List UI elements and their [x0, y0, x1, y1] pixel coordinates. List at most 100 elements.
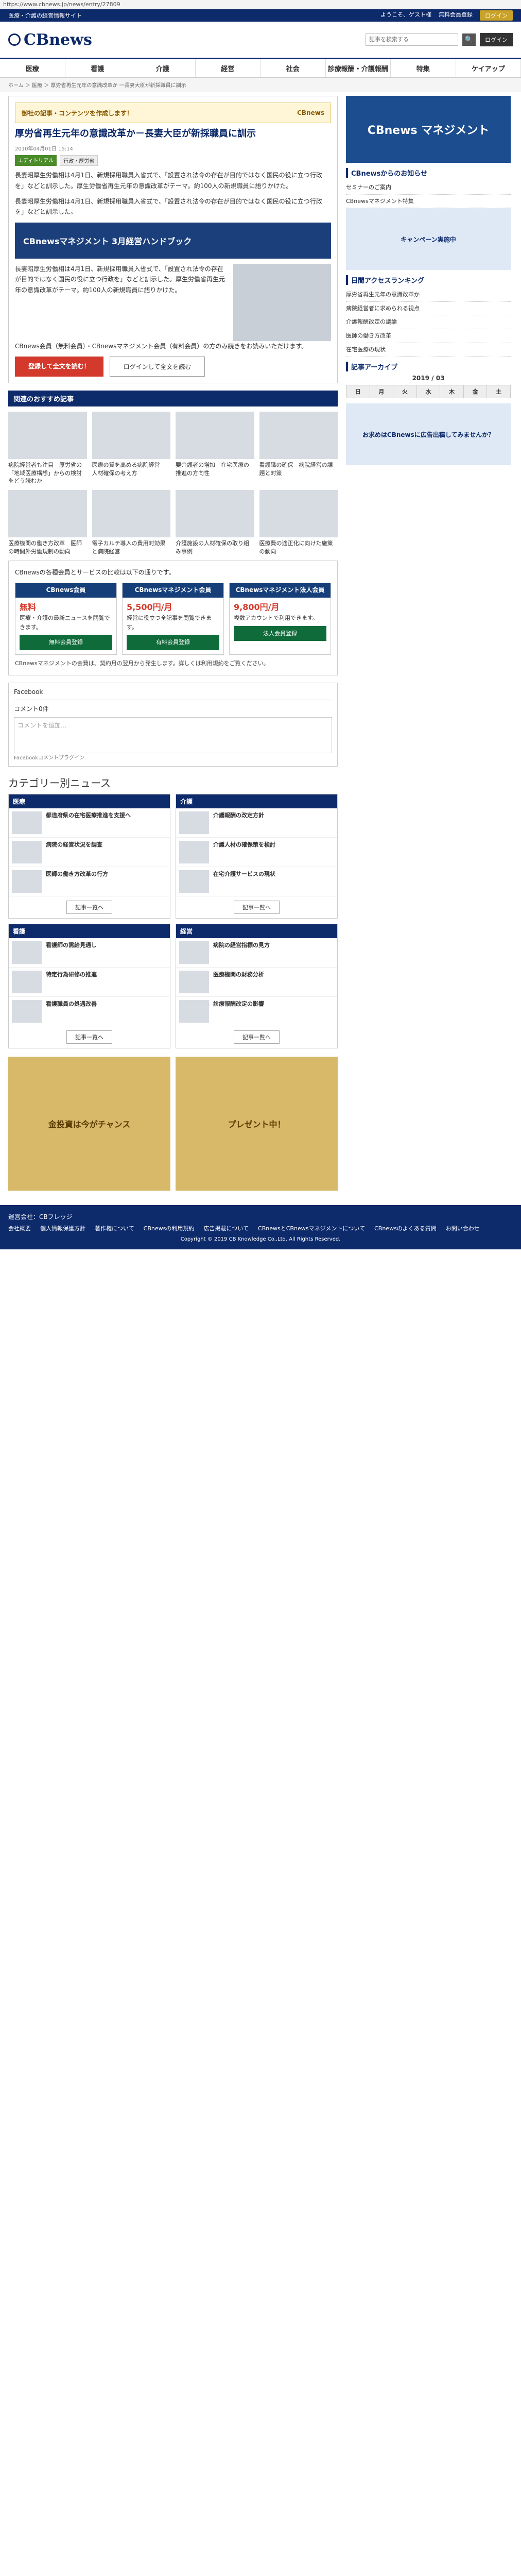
management-banner[interactable]: CBnews マネジメント [346, 96, 511, 163]
related-card[interactable]: 介護施設の人材確保の取り組み事例 [176, 490, 254, 555]
management-promo[interactable]: CBnewsマネジメント 3月経営ハンドブック [15, 222, 331, 259]
ranking-item[interactable]: 介護報酬改定の議論 [346, 315, 511, 329]
content-columns: 御社の記事・コンテンツを作成します！ CBnews 厚労省再生元年の意識改革か－… [0, 92, 521, 1195]
category-name[interactable]: 経営 [176, 924, 337, 938]
list-item[interactable]: 医師の働き方改革の行方 [9, 867, 170, 896]
item-title: 医師の働き方改革の行方 [46, 870, 108, 877]
nav-nursing[interactable]: 看護 [65, 59, 130, 77]
related-card[interactable]: 看護職の確保 病院経営の課題と対策 [259, 412, 338, 485]
footer-link[interactable]: CBnewsのよくある質問 [374, 1224, 437, 1232]
item-thumb [179, 870, 209, 893]
list-item[interactable]: 診療報酬改定の影響 [176, 997, 337, 1026]
plans-intro: CBnewsの各種会員とサービスの比較は以下の通りです。 [15, 569, 175, 577]
list-item[interactable]: 看護師の需給見通し [9, 938, 170, 968]
related-card[interactable]: 要介護者の増加 在宅医療の推進の方向性 [176, 412, 254, 485]
breadcrumb[interactable]: ホーム ＞ 医療 ＞ 厚労省再生元年の意識改革か 一長妻大臣が新採職員に訓示 [0, 78, 521, 92]
plan-button[interactable]: 無料会員登録 [20, 635, 112, 651]
ranking-item[interactable]: 在宅医療の現状 [346, 343, 511, 357]
plan-management: CBnewsマネジメント会員 5,500円/月 経営に役立つ全記事を閲覧できます… [122, 583, 224, 655]
footer-link[interactable]: お問い合わせ [446, 1224, 480, 1232]
related-card[interactable]: 電子カルテ導入の費用対効果と病院経営 [92, 490, 170, 555]
sidebar: CBnews マネジメント CBnewsからのお知らせ セミナーのご案内 CBn… [346, 96, 511, 1191]
more-button[interactable]: 記事一覧へ [66, 1030, 112, 1044]
category-name[interactable]: 看護 [9, 924, 170, 938]
list-item[interactable]: 看護職員の処遇改善 [9, 997, 170, 1026]
related-card[interactable]: 医療機関の働き方改革 医師の時間外労働規制の動向 [8, 490, 87, 555]
ranking-item[interactable]: 医師の働き方改革 [346, 329, 511, 343]
plan-price: 無料 [20, 602, 37, 612]
list-item[interactable]: 介護人材の確保策を検討 [176, 838, 337, 867]
plan-button[interactable]: 有料会員登録 [127, 635, 219, 651]
header-actions: 🔍 ログイン [366, 33, 513, 46]
event-item[interactable]: セミナーのご案内 [346, 181, 511, 195]
top-login-button[interactable]: ログイン [480, 10, 513, 21]
present-ad[interactable]: プレゼント中！ [176, 1056, 338, 1191]
top-tagline: 医療・介護の経営情報サイト [8, 12, 82, 19]
ad-inquiry[interactable]: お求めはCBnewsに広告出稿してみませんか？ [346, 403, 511, 466]
tag-editorial[interactable]: エディトリアル [15, 155, 57, 166]
search-button[interactable]: 🔍 [462, 33, 476, 46]
plan-desc: 医療・介護の最新ニュースを閲覧できます。 [20, 615, 110, 631]
cbnews-logo[interactable]: CBnews [8, 31, 92, 49]
footer-link[interactable]: 著作権について [95, 1224, 134, 1232]
seminar-ad[interactable]: キャンペーン実施中 [346, 208, 511, 270]
ranking-item[interactable]: 病院経営者に求められる視点 [346, 302, 511, 316]
nav-feature[interactable]: 特集 [391, 59, 456, 77]
register-read-button[interactable]: 登録して全文を読む！ [15, 357, 103, 377]
event-item[interactable]: CBnewsマネジメント特集 [346, 195, 511, 209]
url-bar[interactable]: https://www.cbnews.jp/news/entry/27809 [0, 0, 521, 9]
nav-medical[interactable]: 医療 [0, 59, 65, 77]
tag-ministry[interactable]: 行政・厚労省 [60, 155, 98, 166]
copyright: Copyright © 2019 CB Knowledge Co.,Ltd. A… [180, 1236, 341, 1242]
footer-link[interactable]: 会社概要 [8, 1224, 31, 1232]
list-item[interactable]: 医療機関の財務分析 [176, 968, 337, 997]
nav-management[interactable]: 経営 [196, 59, 260, 77]
related-card-title: 要介護者の増加 在宅医療の推進の方向性 [176, 462, 249, 477]
login-read-button[interactable]: ログインして全文を読む [109, 357, 205, 377]
facebook-plugin-label[interactable]: Facebookコメントプラグイン [14, 753, 332, 761]
gold-ad[interactable]: 金投資は今がチャンス [8, 1056, 170, 1191]
nav-society[interactable]: 社会 [260, 59, 326, 77]
ranking-title: 日間アクセスランキング [346, 275, 511, 285]
related-card[interactable]: 医療費の適正化に向けた施策の動向 [259, 490, 338, 555]
register-link[interactable]: 無料会員登録 [439, 10, 473, 21]
related-card[interactable]: 医療の質を高める病院経営 人材確保の考え方 [92, 412, 170, 485]
nav-care[interactable]: 介護 [130, 59, 196, 77]
comment-input[interactable]: コメントを追加... [14, 717, 332, 753]
list-item[interactable]: 都道府県の在宅医療推進を支援へ [9, 808, 170, 838]
item-title: 看護師の需給見通し [46, 941, 97, 948]
list-item[interactable]: 病院の経営状況を調査 [9, 838, 170, 867]
list-item[interactable]: 特定行為研修の推進 [9, 968, 170, 997]
search-input[interactable] [366, 33, 458, 46]
category-name[interactable]: 介護 [176, 794, 337, 808]
ranking-item[interactable]: 厚労省再生元年の意識改革か [346, 288, 511, 302]
footer-link[interactable]: CBnewsの利用規約 [144, 1224, 195, 1232]
footer-link[interactable]: 個人情報保護方針 [40, 1224, 85, 1232]
more-button[interactable]: 記事一覧へ [234, 900, 280, 914]
related-card-title: 医療の質を高める病院経営 人材確保の考え方 [92, 462, 166, 477]
footer-link[interactable]: CBnewsとCBnewsマネジメントについて [258, 1224, 365, 1232]
list-item[interactable]: 在宅介護サービスの現状 [176, 867, 337, 896]
nav-fees[interactable]: 診療報酬・介護報酬 [326, 59, 391, 77]
more-button[interactable]: 記事一覧へ [234, 1030, 280, 1044]
article-photo-row: 長妻昭厚生労働相は4月1日、新規採用職員入省式で、「設置され法令の存在が目的では… [15, 263, 331, 341]
item-thumb [179, 840, 209, 863]
more-button[interactable]: 記事一覧へ [66, 900, 112, 914]
welcome-text: ようこそ、ゲスト様 [380, 11, 431, 18]
related-card[interactable]: 病院経営者も注目 厚労省の「地域医療構想」からの検討をどう読むか [8, 412, 87, 485]
logo-mark-icon [8, 33, 21, 46]
facebook-comments: Facebook コメント0件 コメントを追加... Facebookコメントプ… [8, 682, 338, 767]
category-grid: 医療 都道府県の在宅医療推進を支援へ 病院の経営状況を調査 医師の働き方改革の行… [8, 793, 338, 1048]
footer-link[interactable]: 広告掲載について [203, 1224, 249, 1232]
logo-text: CBnews [24, 30, 92, 49]
plan-button[interactable]: 法人会員登録 [234, 625, 326, 641]
category-name[interactable]: 医療 [9, 794, 170, 808]
list-item[interactable]: 病院の経営指標の見方 [176, 938, 337, 968]
article-cta-row: 登録して全文を読む！ ログインして全文を読む [15, 357, 331, 377]
list-item[interactable]: 介護報酬の改定方針 [176, 808, 337, 838]
item-title: 都道府県の在宅医療推進を支援へ [46, 811, 131, 819]
plan-name: CBnews会員 [15, 583, 116, 598]
nav-keyup[interactable]: ケイアップ [456, 59, 521, 77]
header-login-button[interactable]: ログイン [480, 33, 513, 46]
article-top-banner[interactable]: 御社の記事・コンテンツを作成します！ CBnews [15, 103, 331, 123]
